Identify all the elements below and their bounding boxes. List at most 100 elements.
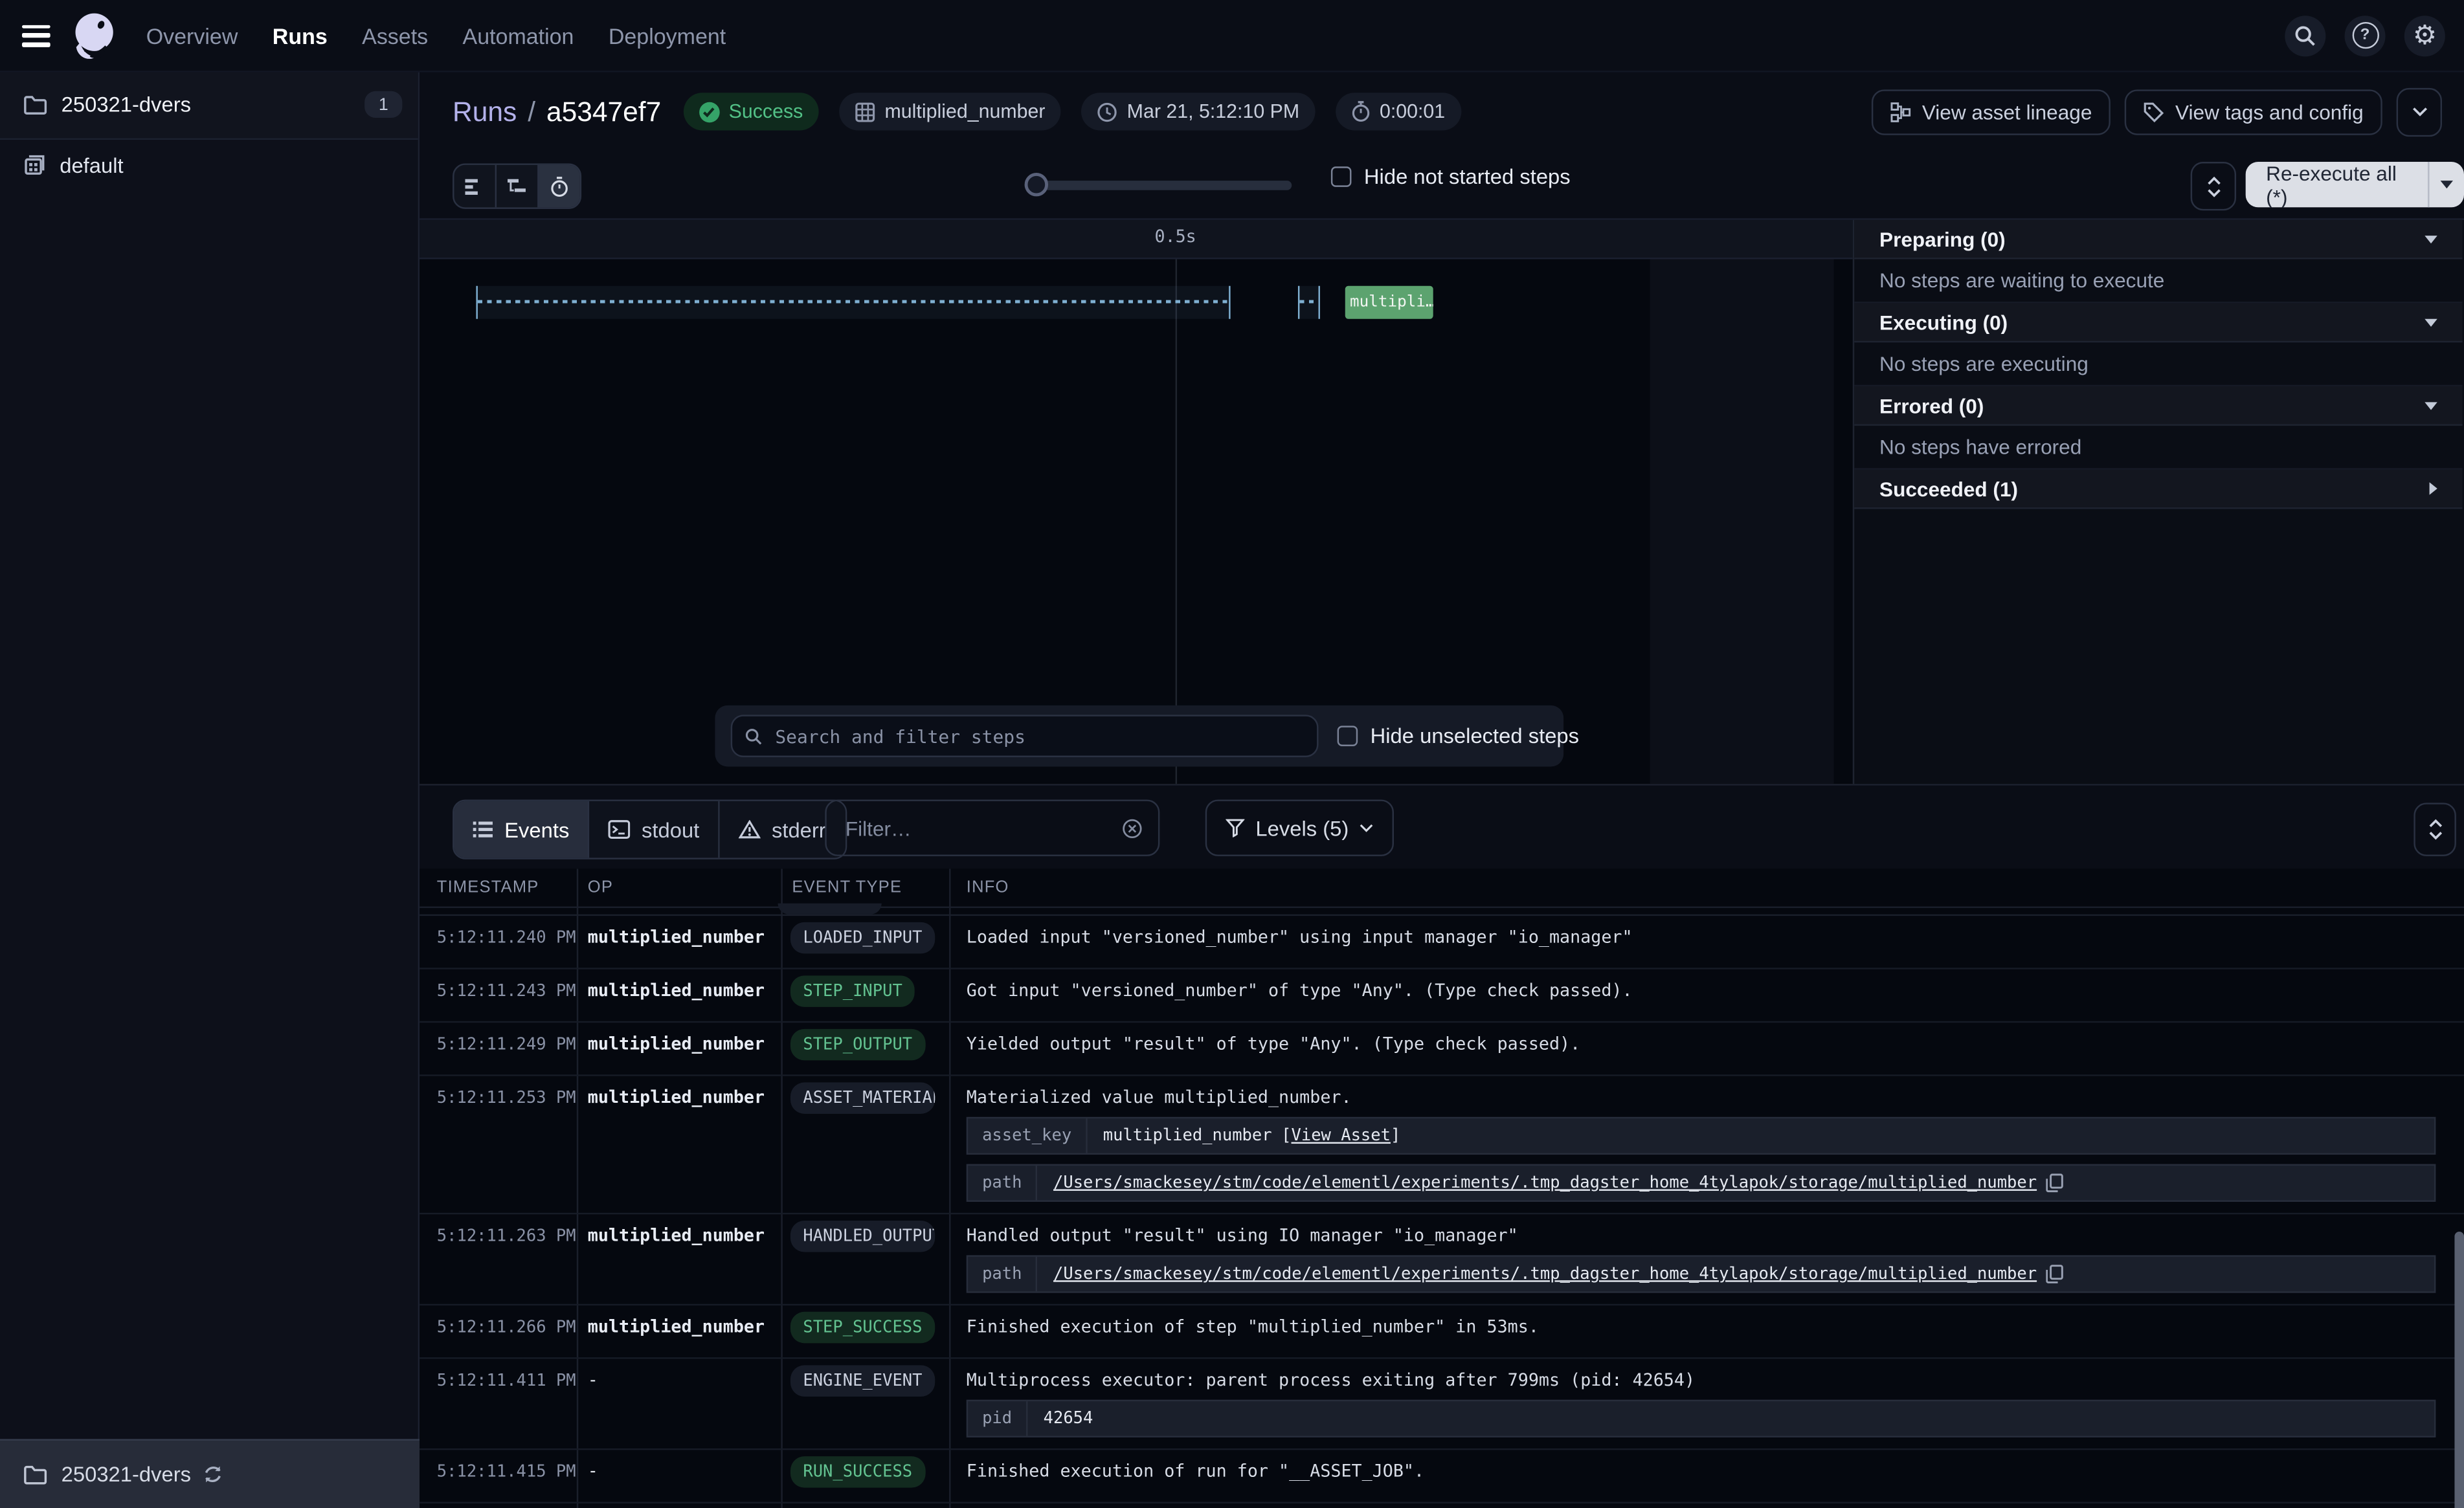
path-link[interactable]: /Users/smackesey/stm/code/elementl/exper… <box>1053 1265 2037 1283</box>
vertical-scrollbar[interactable] <box>2454 1232 2463 1508</box>
check-icon <box>699 102 720 122</box>
sidebar-footer[interactable]: 250321-dvers <box>0 1439 420 1508</box>
view-asset-lineage-button[interactable]: View asset lineage <box>1872 89 2111 134</box>
tab-label: stdout <box>642 817 699 841</box>
gantt-zoom-slider[interactable] <box>1025 173 1292 196</box>
table-row: 5:12:11.411 PM-ENGINE_EVENTMultiprocess … <box>420 1359 2464 1450</box>
status-section-title: Errored (0) <box>1879 394 1984 417</box>
dagster-run-page: Overview Runs Assets Automation Deployment ?… <box>0 0 2464 1508</box>
nav-link-assets[interactable]: Assets <box>362 23 428 48</box>
menu-icon[interactable] <box>22 25 50 47</box>
gantt-waiting-bar-short[interactable] <box>1298 286 1320 319</box>
sidebar-item-default[interactable]: default <box>0 140 418 190</box>
flat-view-icon[interactable] <box>454 165 497 208</box>
reexecute-dropdown[interactable] <box>2427 162 2464 207</box>
status-section-header[interactable]: Executing (0) <box>1854 303 2462 342</box>
step-search-input[interactable] <box>772 724 1304 749</box>
breadcrumb-runs-link[interactable]: Runs <box>453 95 517 128</box>
nav-link-deployment[interactable]: Deployment <box>609 23 726 48</box>
event-info-cell: Yielded output "result" of type "Any". (… <box>949 1023 2464 1065</box>
settings-gear-icon[interactable]: ⚙ <box>2404 15 2445 56</box>
event-op: multiplied_number <box>577 1076 781 1117</box>
help-icon[interactable]: ? <box>2345 15 2386 56</box>
status-section-title: Executing (0) <box>1879 310 2008 333</box>
col-event-type: EVENT TYPE <box>781 878 949 897</box>
dagster-logo-icon[interactable] <box>69 8 120 62</box>
event-type-cell: STEP_INPUT <box>781 970 949 1021</box>
event-type-cell: RUN_SUCCESS <box>781 1450 949 1502</box>
chevron-down-icon[interactable] <box>2425 318 2437 326</box>
main-content: Runs / a5347ef7 Success <box>420 71 2464 1508</box>
chevron-right-icon[interactable] <box>2430 482 2437 494</box>
event-timestamp: 5:12:11.266 PM <box>420 1305 577 1346</box>
chevron-down-icon[interactable] <box>2425 401 2437 409</box>
log-toolbar: Events stdout stderr Levels (5) <box>420 786 2464 869</box>
gantt-view-toggle <box>453 163 581 208</box>
search-icon[interactable] <box>2285 15 2325 56</box>
time-marker: 0.5s <box>1154 227 1196 247</box>
event-timestamp: 5:12:11.263 PM <box>420 1214 577 1255</box>
tab-label: stderr <box>772 817 826 841</box>
event-type-pill: ENGINE_EVENT <box>790 1365 935 1397</box>
hide-not-started-checkbox[interactable] <box>1331 166 1352 187</box>
log-expand-button[interactable] <box>2414 803 2456 856</box>
gantt-waiting-bar[interactable] <box>476 286 1230 319</box>
path-link[interactable]: /Users/smackesey/stm/code/elementl/exper… <box>1053 1173 2037 1192</box>
metadata-key: pid <box>968 1401 1027 1436</box>
nav-link-overview[interactable]: Overview <box>146 23 238 48</box>
hide-unselected-checkbox[interactable] <box>1338 726 1358 746</box>
reexecute-all-button[interactable]: Re-execute all (*) <box>2246 162 2464 207</box>
metadata-plain-value: multiplied_number <box>1103 1126 1272 1145</box>
gantt-chart: 0.5s multipli… Hide <box>420 220 1853 784</box>
run-meta-pills: Success multiplied_number <box>683 93 1461 130</box>
nav-link-runs[interactable]: Runs <box>273 23 328 48</box>
view-asset-link-wrap: [View Asset] <box>1281 1126 1400 1145</box>
tab-stdout[interactable]: stdout <box>590 801 720 858</box>
reload-icon[interactable] <box>202 1464 223 1485</box>
log-filter-input[interactable] <box>842 815 1110 841</box>
levels-dropdown[interactable]: Levels (5) <box>1205 799 1394 856</box>
metadata-plain-value: 42654 <box>1044 1409 1093 1428</box>
chevron-down-icon[interactable] <box>2425 235 2437 243</box>
step-search-box[interactable] <box>731 715 1319 757</box>
gantt-expand-button[interactable] <box>2191 162 2236 210</box>
asset-tag[interactable]: multiplied_number <box>839 93 1061 130</box>
event-timestamp: 5:12:11.253 PM <box>420 1076 577 1117</box>
event-rows: 5:12:11.240 PMmultiplied_numberLOADED_IN… <box>420 916 2464 1508</box>
status-section-header[interactable]: Errored (0) <box>1854 386 2462 426</box>
nav-link-automation[interactable]: Automation <box>463 23 574 48</box>
copy-icon[interactable] <box>2046 1173 2064 1192</box>
log-filter-box[interactable] <box>825 799 1159 856</box>
warning-icon <box>739 820 761 839</box>
status-badge: Success <box>683 93 818 130</box>
event-type-cell: STEP_OUTPUT <box>781 1023 949 1074</box>
unfold-icon <box>2206 175 2221 197</box>
status-section-header[interactable]: Preparing (0) <box>1854 220 2462 260</box>
tab-events[interactable]: Events <box>454 801 589 858</box>
timed-view-icon[interactable] <box>539 165 580 208</box>
col-op: OP <box>577 878 781 897</box>
slider-handle[interactable] <box>1025 173 1048 196</box>
status-section-body: No steps are executing <box>1854 342 2462 386</box>
header-more-dropdown[interactable] <box>2397 87 2442 136</box>
view-asset-link[interactable]: View Asset <box>1292 1126 1391 1145</box>
folder-icon <box>23 94 47 115</box>
timer-icon <box>1351 100 1370 122</box>
sidebar-code-location[interactable]: 250321-dvers 1 <box>0 71 418 140</box>
clear-filter-icon[interactable] <box>1122 816 1143 839</box>
event-op: multiplied_number <box>577 1023 781 1063</box>
copy-icon[interactable] <box>2046 1265 2064 1283</box>
waterfall-view-icon[interactable] <box>497 165 539 208</box>
event-info-cell: Finished execution of run for "__ASSET_J… <box>949 1450 2464 1492</box>
gantt-toolbar: Hide not started steps Re-execute all (*… <box>420 152 2464 218</box>
status-section-header[interactable]: Succeeded (1) <box>1854 470 2462 509</box>
table-row: 5:12:11.263 PMmultiplied_numberHANDLED_O… <box>420 1214 2464 1305</box>
view-tags-config-button[interactable]: View tags and config <box>2125 89 2382 134</box>
event-info-text: Finished execution of step "multiplied_n… <box>967 1316 2436 1337</box>
gantt-highlight-band <box>1650 260 1834 784</box>
gantt-step-bar[interactable]: multipli… <box>1345 286 1433 319</box>
metadata-value: /Users/smackesey/stm/code/elementl/exper… <box>1038 1166 2079 1200</box>
sidebar: 250321-dvers 1 default 250321-dvers <box>0 71 420 1508</box>
event-info-text: Got input "versioned_number" of type "An… <box>967 981 2436 1001</box>
event-info-text: Loaded input "versioned_number" using in… <box>967 927 2436 948</box>
